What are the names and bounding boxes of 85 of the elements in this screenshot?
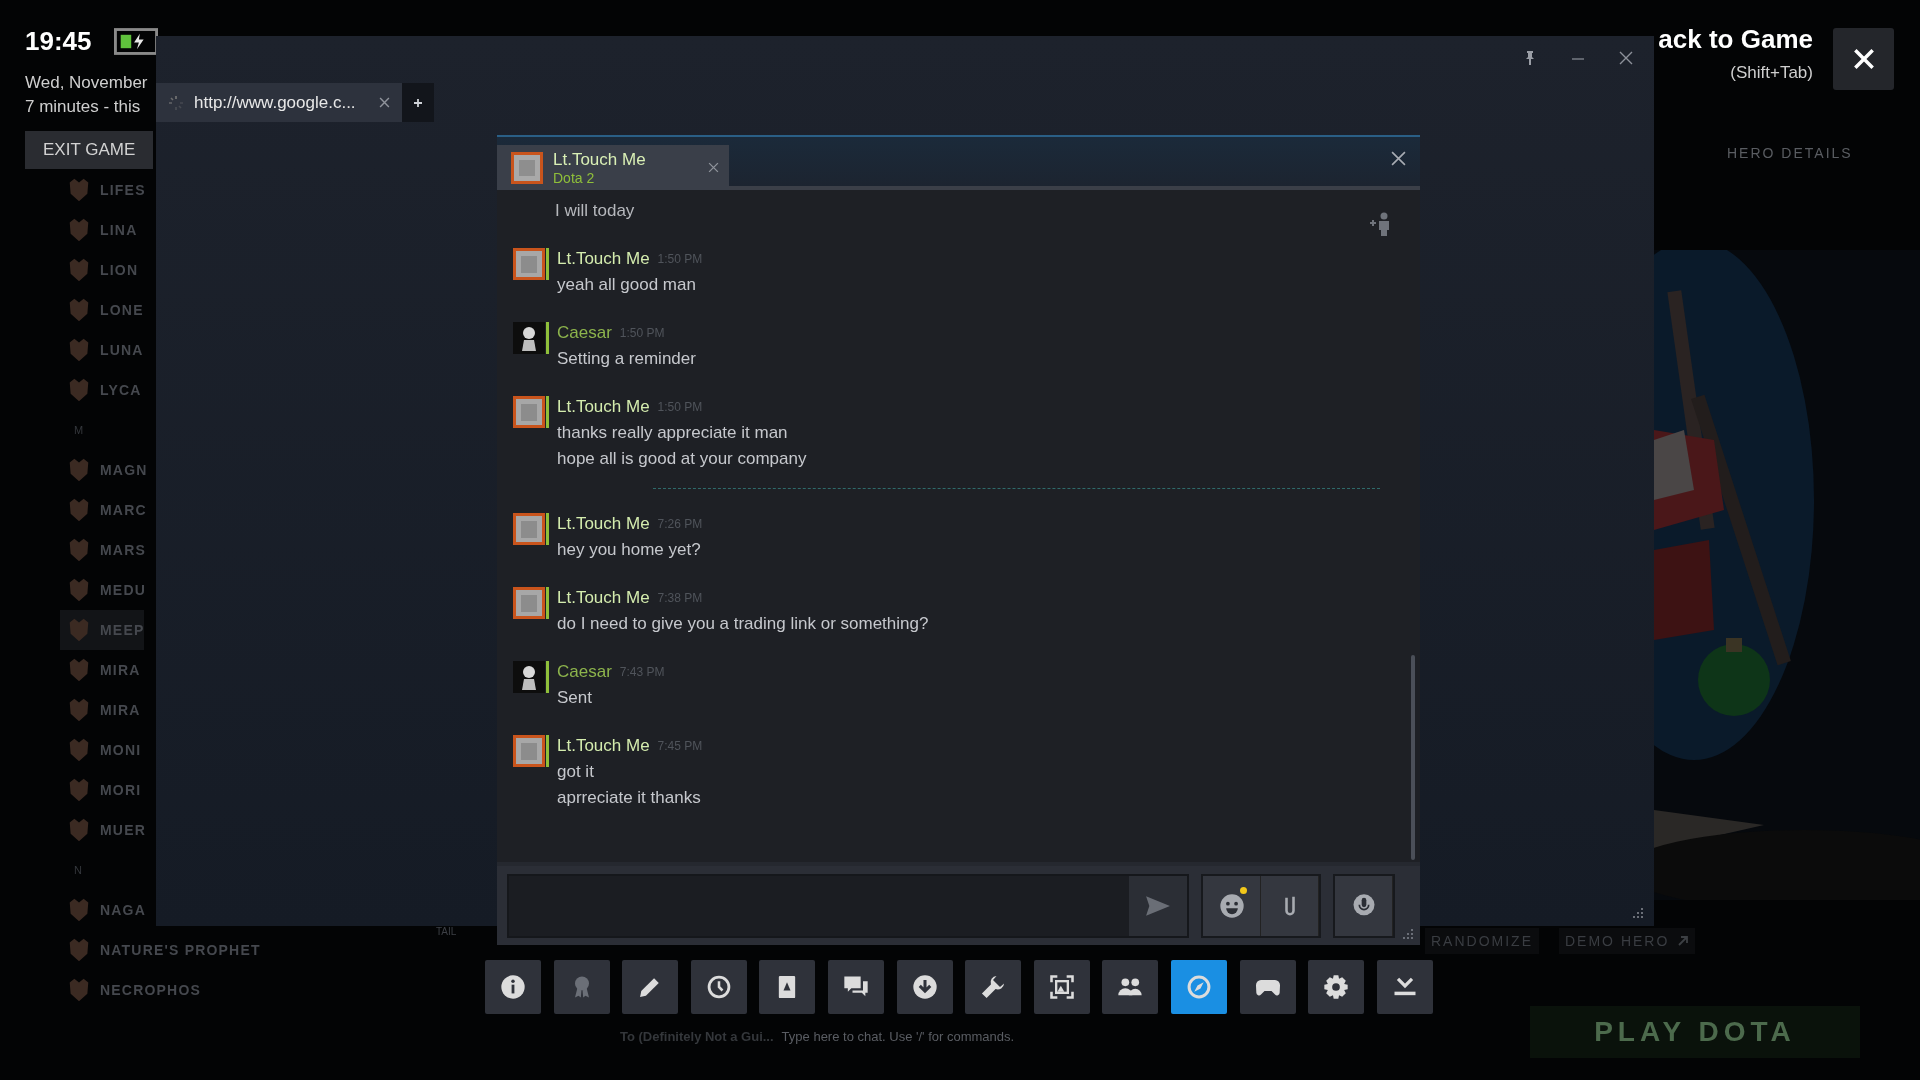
hero-row[interactable]: NAGA	[60, 890, 147, 930]
message-text: Sent	[557, 687, 593, 709]
play-button[interactable]: PLAY DOTA	[1530, 1006, 1860, 1058]
hero-row[interactable]: LION	[60, 250, 139, 290]
sender-name[interactable]: Caesar	[557, 323, 612, 343]
chat-hint: Type here to chat. Use '/' for commands.	[781, 1029, 1015, 1044]
close-tab-icon[interactable]	[708, 162, 719, 173]
tail-label: TAIL	[436, 926, 457, 937]
hero-row[interactable]: LIFES	[60, 170, 146, 210]
resize-grip-icon[interactable]	[1400, 927, 1414, 941]
screenshot-icon	[1047, 973, 1076, 1001]
message-text: got it	[557, 761, 595, 783]
arrow-icon	[1677, 935, 1690, 947]
sender-name[interactable]: Lt.Touch Me	[557, 397, 650, 417]
info-icon	[499, 973, 527, 1001]
hero-row[interactable]: MAGN	[60, 450, 148, 490]
hero-row[interactable]: MEDU	[60, 570, 147, 610]
hero-row[interactable]: LUNA	[60, 330, 144, 370]
download-icon	[910, 973, 939, 1001]
toolbar-button[interactable]	[759, 960, 816, 1014]
sender-name[interactable]: Lt.Touch Me	[557, 249, 650, 269]
toolbar-button[interactable]	[1033, 960, 1090, 1014]
close-icon[interactable]	[1618, 50, 1634, 66]
friend-name: Lt.Touch Me	[553, 149, 647, 170]
sender-name[interactable]: Lt.Touch Me	[557, 514, 650, 534]
hero-row[interactable]: NATURE'S PROPHET	[60, 930, 261, 970]
message-text: hey you home yet?	[557, 539, 702, 561]
plus-icon	[413, 97, 423, 108]
toolbar-button[interactable]	[1239, 960, 1296, 1014]
browser-tab[interactable]: http://www.google.c...	[156, 83, 402, 122]
game-status: Dota 2	[553, 169, 596, 186]
hero-row[interactable]: MONI	[60, 730, 142, 770]
message-field[interactable]	[507, 873, 1189, 938]
smiley-icon	[1217, 891, 1246, 920]
hero-row[interactable]: LINA	[60, 210, 138, 250]
hero-row[interactable]: MIRA	[60, 650, 141, 690]
message-text: I will today	[555, 200, 636, 222]
close-icon[interactable]	[1391, 151, 1406, 166]
hero-details-tab[interactable]: HERO DETAILS	[1727, 145, 1853, 161]
voice-button[interactable]	[1335, 875, 1393, 936]
send-button[interactable]	[1129, 875, 1187, 936]
date-text: Wed, November	[25, 72, 148, 94]
send-icon	[1145, 894, 1171, 917]
toolbar-button[interactable]	[1102, 960, 1159, 1014]
toolbar-button[interactable]	[690, 960, 747, 1014]
message-text: do I need to give you a trading link or something?	[557, 613, 929, 635]
message-text: hope all is good at your company	[557, 448, 807, 470]
toolbar-button[interactable]	[1308, 960, 1365, 1014]
toolbar-button[interactable]	[965, 960, 1022, 1014]
sender-name[interactable]: Lt.Touch Me	[557, 736, 650, 756]
attach-button[interactable]	[1261, 875, 1319, 936]
toolbar-button[interactable]	[827, 960, 884, 1014]
toolbar-button[interactable]	[896, 960, 953, 1014]
toolbar-button[interactable]	[485, 960, 541, 1014]
toolbar-button[interactable]	[622, 960, 679, 1014]
scrollbar[interactable]	[1411, 655, 1415, 860]
hero-row[interactable]: MORI	[60, 770, 142, 810]
hero-row[interactable]: LYCA	[60, 370, 142, 410]
message-text: yeah all good man	[557, 274, 697, 296]
session-text: 7 minutes - this	[25, 96, 141, 118]
settings-icon	[1322, 973, 1351, 1001]
message-text: aprreciate it thanks	[557, 787, 702, 809]
sender-name[interactable]: Caesar	[557, 662, 612, 682]
battery-icon	[113, 28, 158, 55]
shortcut-hint: (Shift+Tab)	[1730, 63, 1813, 83]
exit-game-button[interactable]: EXIT GAME	[25, 131, 154, 169]
hero-row[interactable]: MARC	[60, 490, 147, 530]
hero-row[interactable]: LONE	[60, 290, 144, 330]
emoji-button[interactable]	[1203, 875, 1261, 936]
close-button[interactable]	[1833, 28, 1894, 90]
resize-grip-icon[interactable]	[1630, 906, 1644, 920]
new-tab-button[interactable]	[402, 83, 434, 122]
tab-title: http://www.google.c...	[194, 92, 357, 113]
message-text: Setting a reminder	[557, 348, 696, 370]
clock-time: 19:45	[25, 26, 92, 57]
hero-row[interactable]: MUER	[60, 810, 147, 850]
toolbar-button[interactable]	[1376, 960, 1433, 1014]
hero-row[interactable]: MARS	[60, 530, 147, 570]
avatar-icon	[511, 151, 543, 184]
close-tab-icon[interactable]	[379, 97, 390, 108]
back-to-game-title[interactable]: ack to Game	[1658, 24, 1813, 55]
hero-row[interactable]: NECROPHOS	[60, 970, 202, 1010]
hero-row[interactable]: MIRA	[60, 690, 141, 730]
message-text: thanks really appreciate it man	[557, 422, 789, 444]
sender-name[interactable]: Lt.Touch Me	[557, 588, 650, 608]
